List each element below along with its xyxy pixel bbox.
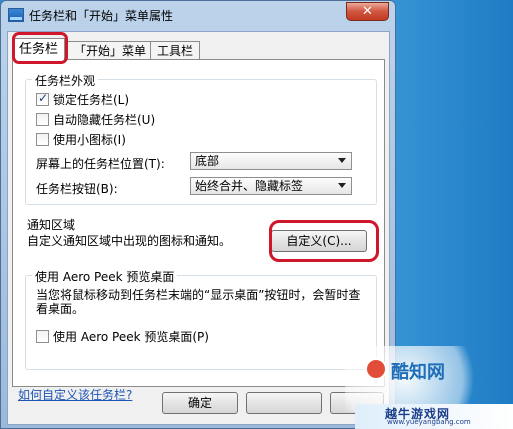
strip-url: www.yueyangbang.com <box>387 418 471 426</box>
title-bar[interactable]: 任务栏和「开始」菜单属性 ✕ <box>1 1 395 29</box>
close-icon: ✕ <box>362 4 373 19</box>
location-select[interactable]: 底部 <box>190 152 352 170</box>
lock-taskbar-option[interactable]: 锁定任务栏(L) <box>36 91 129 107</box>
appearance-group: 任务栏外观 锁定任务栏(L) 自动隐藏任务栏(U) 使用小图标(I) 屏幕上的任… <box>25 72 377 205</box>
customize-button[interactable]: 自定义(C)... <box>271 230 367 252</box>
aero-peek-label: 使用 Aero Peek 预览桌面(P) <box>53 329 209 344</box>
buttons-select-value: 始终合并、隐藏标签 <box>195 179 304 193</box>
small-icons-checkbox[interactable] <box>36 132 49 146</box>
close-button[interactable]: ✕ <box>346 2 389 21</box>
tab-start-menu[interactable]: 「开始」菜单 <box>67 41 154 60</box>
aero-peek-group-title: 使用 Aero Peek 预览桌面 <box>32 268 178 285</box>
chevron-down-icon <box>338 183 346 188</box>
properties-window: 任务栏和「开始」菜单属性 ✕ 任务栏 「开始」菜单 工具栏 任务栏外观 锁定任务… <box>0 0 396 429</box>
auto-hide-label: 自动隐藏任务栏(U) <box>53 112 156 127</box>
auto-hide-option[interactable]: 自动隐藏任务栏(U) <box>36 111 155 127</box>
location-select-value: 底部 <box>195 154 220 168</box>
buttons-select[interactable]: 始终合并、隐藏标签 <box>190 177 352 195</box>
watermark-text: 酷知网 <box>391 362 445 383</box>
location-label: 屏幕上的任务栏位置(T): <box>36 157 165 171</box>
chevron-down-icon <box>338 158 346 163</box>
notification-title: 通知区域 <box>27 218 76 232</box>
watermark-strip: 越牛游戏网 www.yueyangbang.com <box>355 404 513 429</box>
aero-peek-checkbox[interactable] <box>36 329 49 343</box>
appearance-group-title: 任务栏外观 <box>32 72 99 89</box>
small-icons-option[interactable]: 使用小图标(I) <box>36 131 126 147</box>
taskbar-icon <box>8 8 24 22</box>
cancel-button[interactable] <box>246 392 322 414</box>
dialog-client: 任务栏 「开始」菜单 工具栏 任务栏外观 锁定任务栏(L) 自动隐藏任务栏(U) <box>7 31 390 425</box>
buttons-label: 任务栏按钮(B): <box>36 182 118 196</box>
aero-peek-option[interactable]: 使用 Aero Peek 预览桌面(P) <box>36 328 209 344</box>
auto-hide-checkbox[interactable] <box>36 112 49 126</box>
tab-toolbars[interactable]: 工具栏 <box>150 41 201 60</box>
tab-taskbar[interactable]: 任务栏 <box>12 38 66 60</box>
notification-description: 自定义通知区域中出现的图标和通知。 <box>27 234 232 248</box>
aero-peek-group: 使用 Aero Peek 预览桌面 当您将鼠标移动到任务栏末端的“显示桌面”按钮… <box>25 268 377 370</box>
lock-taskbar-checkbox[interactable] <box>36 91 49 106</box>
ok-button[interactable]: 确定 <box>162 392 238 414</box>
lock-taskbar-label: 锁定任务栏(L) <box>53 92 130 107</box>
window-title: 任务栏和「开始」菜单属性 <box>29 9 174 23</box>
aero-peek-description: 当您将鼠标移动到任务栏末端的“显示桌面”按钮时，会暂时查看桌面。 <box>36 288 361 316</box>
tab-panel-taskbar: 任务栏外观 锁定任务栏(L) 自动隐藏任务栏(U) 使用小图标(I) 屏幕上的任… <box>12 59 385 387</box>
help-link[interactable]: 如何自定义该任务栏? <box>18 386 132 403</box>
small-icons-label: 使用小图标(I) <box>53 132 126 147</box>
